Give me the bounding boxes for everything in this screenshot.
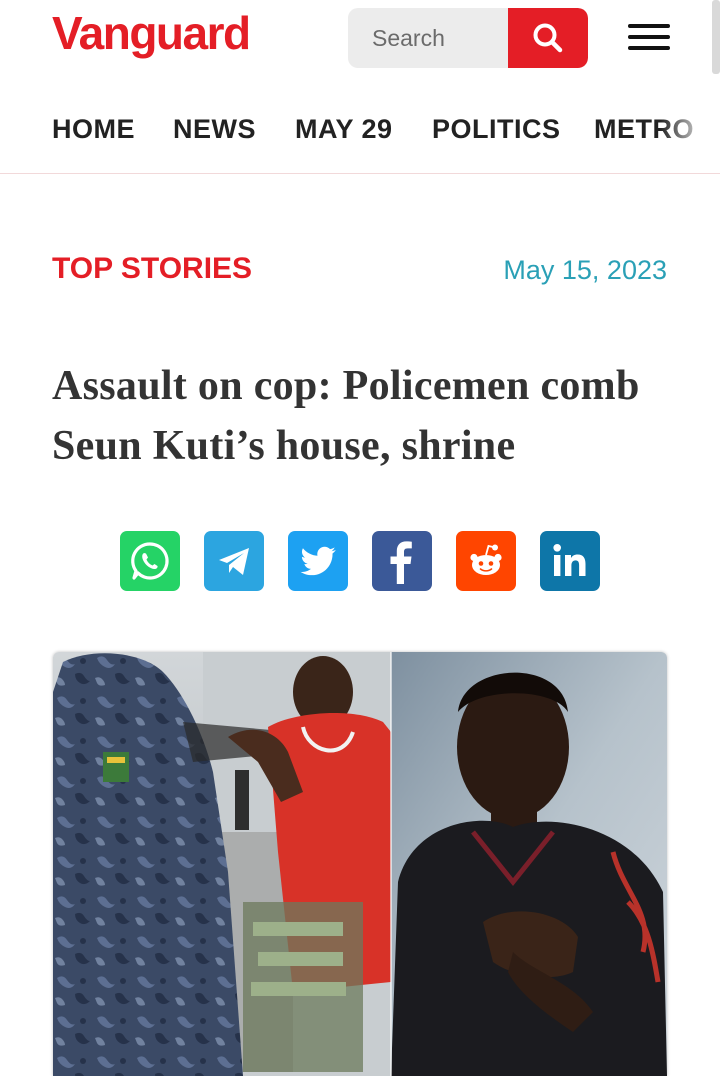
- reddit-icon: [470, 544, 502, 575]
- page-scrollbar[interactable]: [712, 0, 720, 74]
- nav-item-may-29[interactable]: MAY 29: [295, 114, 393, 145]
- share-twitter-button[interactable]: [288, 531, 348, 591]
- article-headline: Assault on cop: Policemen comb Seun Kuti…: [52, 363, 640, 469]
- site-header: Vanguard: [0, 0, 720, 96]
- nav-fade: [660, 96, 720, 173]
- nav-item-news[interactable]: NEWS: [173, 114, 256, 145]
- search-button[interactable]: [508, 8, 588, 68]
- article-date: May 15, 2023: [503, 255, 667, 285]
- search-icon: [533, 23, 563, 53]
- nav-item-politics[interactable]: POLITICS: [432, 114, 561, 145]
- menu-button[interactable]: [628, 24, 670, 54]
- search-input[interactable]: [348, 8, 508, 68]
- nav-item-home[interactable]: HOME: [52, 114, 135, 145]
- share-telegram-button[interactable]: [204, 531, 264, 591]
- linkedin-icon: [553, 544, 586, 576]
- share-facebook-button[interactable]: [372, 531, 432, 591]
- twitter-icon: [300, 546, 337, 576]
- article-photo-illustration: [53, 652, 667, 1076]
- hamburger-menu-icon: [628, 24, 670, 50]
- site-logo[interactable]: Vanguard: [52, 6, 251, 60]
- article-category[interactable]: TOP STORIES: [52, 252, 252, 286]
- article-featured-image[interactable]: [53, 652, 667, 1076]
- telegram-icon: [219, 548, 249, 575]
- facebook-icon: [390, 541, 412, 584]
- search-bar: [348, 8, 588, 68]
- share-reddit-button[interactable]: [456, 531, 516, 591]
- whatsapp-icon: [131, 542, 169, 580]
- main-nav: HOME NEWS MAY 29 POLITICS METRO: [0, 96, 720, 174]
- share-linkedin-button[interactable]: [540, 531, 600, 591]
- share-whatsapp-button[interactable]: [120, 531, 180, 591]
